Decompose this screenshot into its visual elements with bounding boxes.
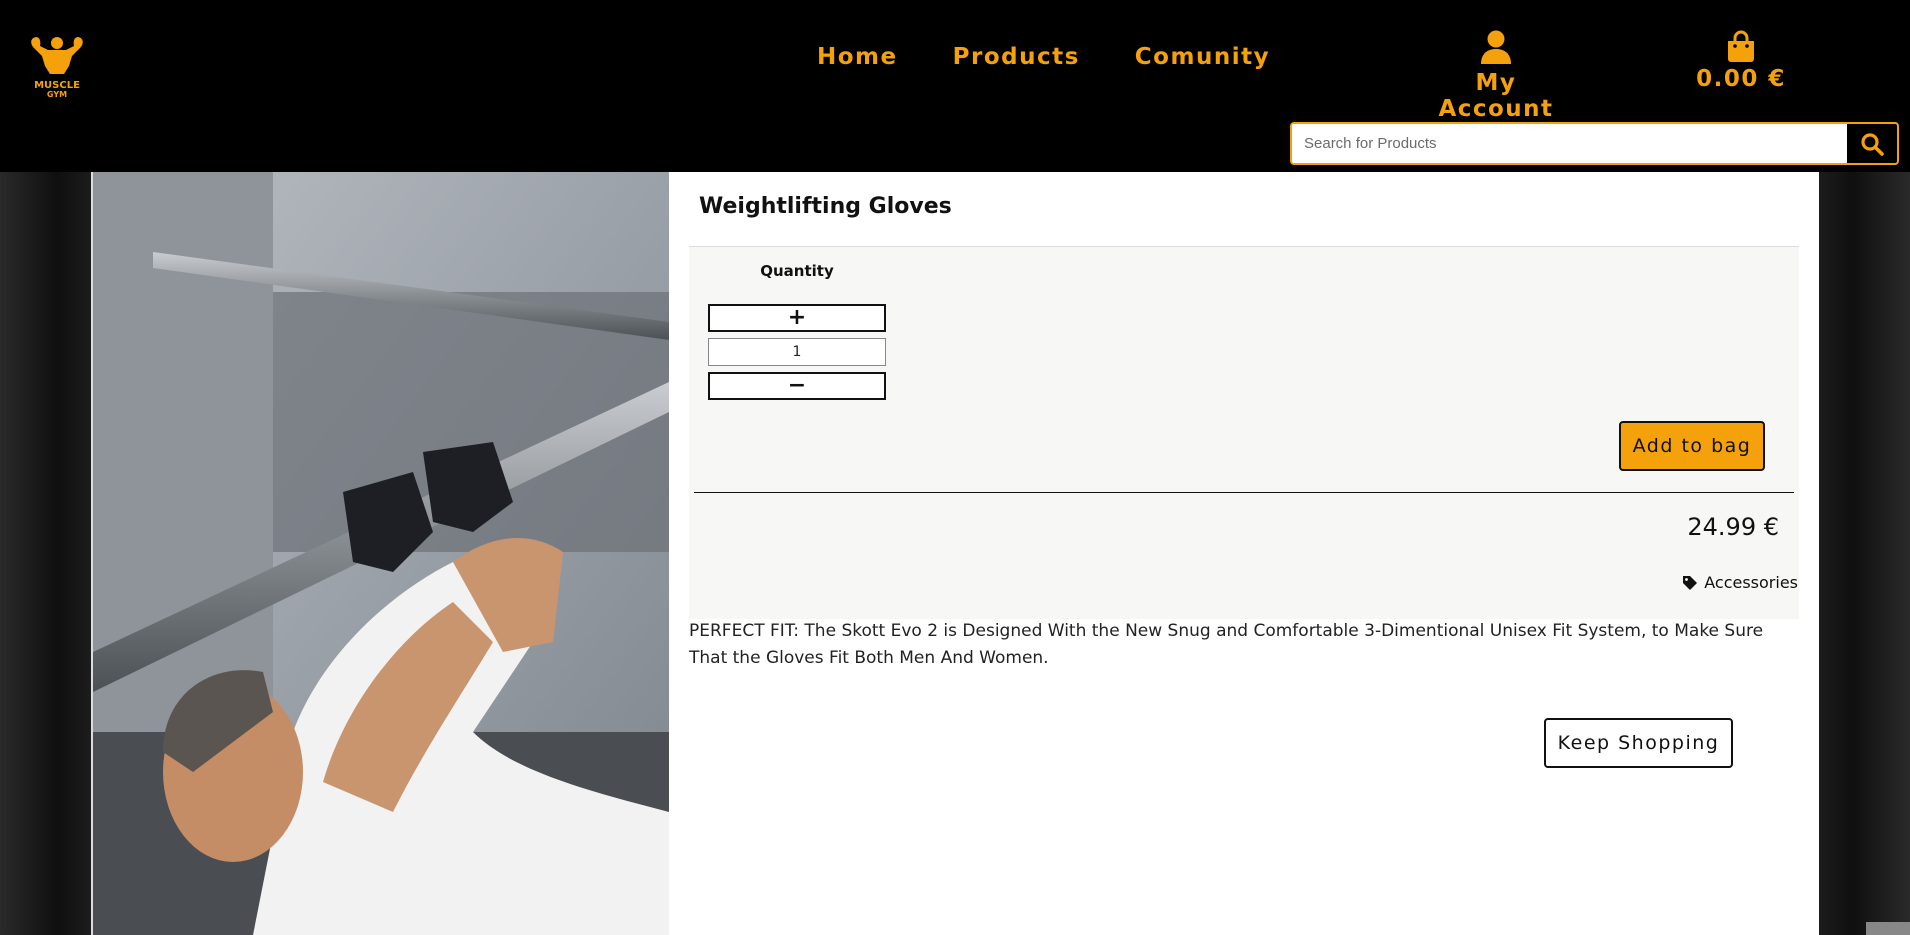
product-title: Weightlifting Gloves [699, 194, 952, 219]
my-account-label: My Account [1438, 70, 1554, 122]
shopping-bag-link[interactable]: 0.00 € [1684, 30, 1798, 92]
product-description: PERFECT FIT: The Skott Evo 2 is Designed… [689, 621, 1764, 668]
search-input[interactable] [1292, 124, 1847, 163]
quantity-decrease-button[interactable]: − [708, 372, 886, 400]
category-label: Accessories [1704, 573, 1798, 592]
product-image [93, 172, 669, 935]
quantity-label: Quantity [760, 262, 834, 280]
add-to-bag-button[interactable]: Add to bag [1619, 421, 1765, 471]
divider [694, 492, 1794, 493]
shopping-bag-icon [1728, 30, 1754, 62]
user-icon [1481, 30, 1511, 64]
search-button[interactable] [1847, 124, 1897, 163]
main-nav: Home Products Comunity [817, 44, 1270, 70]
my-account-link[interactable]: My Account [1416, 30, 1576, 122]
product-price: 24.99 € [1687, 513, 1779, 541]
product-card: Weightlifting Gloves Quantity + − Add to… [91, 172, 1819, 935]
search-icon [1861, 132, 1884, 156]
nav-products[interactable]: Products [953, 44, 1080, 70]
svg-text:GYM: GYM [47, 90, 67, 98]
search-bar [1290, 122, 1899, 165]
tag-icon [1683, 575, 1698, 590]
product-category[interactable]: Accessories [1682, 573, 1798, 592]
keep-shopping-button[interactable]: Keep Shopping [1544, 718, 1733, 768]
site-header: MUSCLE GYM Home Products Comunity My Acc… [0, 0, 1910, 172]
corner-badge [1866, 922, 1910, 935]
bag-total: 0.00 € [1696, 66, 1786, 92]
logo[interactable]: MUSCLE GYM [28, 34, 86, 99]
quantity-input[interactable] [708, 338, 886, 366]
bodybuilder-logo-icon: MUSCLE GYM [31, 37, 83, 99]
nav-home[interactable]: Home [817, 44, 898, 70]
quantity-increase-button[interactable]: + [708, 304, 886, 332]
purchase-panel: Quantity + − Add to bag 24.99 € [689, 247, 1799, 619]
nav-community[interactable]: Comunity [1135, 44, 1270, 70]
